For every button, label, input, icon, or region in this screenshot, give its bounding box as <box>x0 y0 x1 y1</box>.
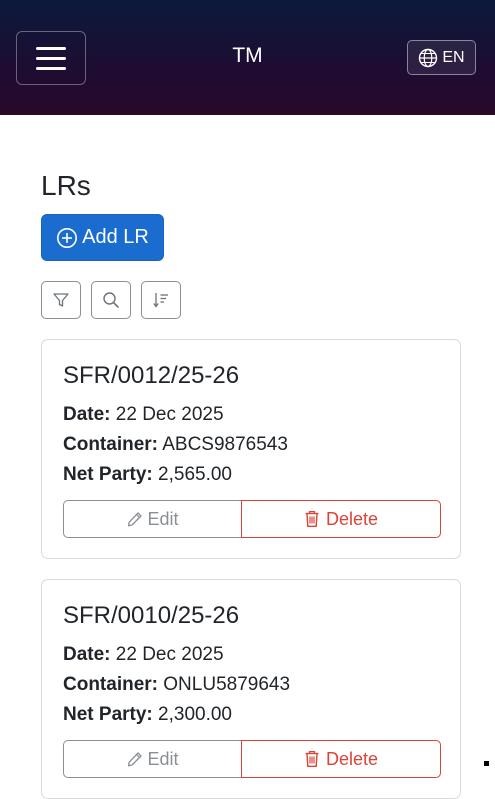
net-party-label: Net Party: <box>63 464 153 485</box>
lr-date-field: Date: 22 Dec 2025 <box>63 404 224 426</box>
lr-number: SFR/0012/25-26 <box>63 362 240 389</box>
container-value: ONLU5879643 <box>163 674 291 695</box>
add-lr-label: Add LR <box>82 226 149 248</box>
date-value: 22 Dec 2025 <box>115 404 224 425</box>
lr-container-field: Container: ONLU5879643 <box>63 674 290 696</box>
date-label: Date: <box>63 644 111 665</box>
lr-number: SFR/0010/25-26 <box>63 602 240 629</box>
delete-label: Delete <box>325 508 379 529</box>
delete-button[interactable]: Delete <box>241 740 441 778</box>
net-party-value: 2,300.00 <box>158 704 232 725</box>
sort-button[interactable] <box>141 281 181 319</box>
filter-button[interactable] <box>41 281 81 319</box>
search-button[interactable] <box>91 281 131 319</box>
globe-icon <box>419 48 438 67</box>
lr-card: SFR/0010/25-26 Date: 22 Dec 2025 Contain… <box>41 579 461 799</box>
card-actions: Edit Delete <box>63 500 441 538</box>
sort-icon <box>153 293 168 308</box>
date-label: Date: <box>63 404 111 425</box>
list-toolbar <box>41 281 181 319</box>
net-party-label: Net Party: <box>63 704 153 725</box>
pencil-icon <box>128 511 143 526</box>
trash-icon <box>305 750 319 767</box>
mouse-cursor <box>484 761 489 766</box>
top-navbar: TM EN <box>0 0 495 115</box>
delete-button[interactable]: Delete <box>241 500 441 538</box>
edit-button[interactable]: Edit <box>63 740 241 778</box>
container-value: ABCS9876543 <box>162 434 288 455</box>
container-label: Container: <box>63 434 158 455</box>
delete-label: Delete <box>325 748 379 769</box>
page-title: LRs <box>41 170 91 201</box>
language-label: EN <box>442 48 465 66</box>
lr-card: SFR/0012/25-26 Date: 22 Dec 2025 Contain… <box>41 339 461 559</box>
date-value: 22 Dec 2025 <box>115 644 224 665</box>
lr-net-party-field: Net Party: 2,565.00 <box>63 464 232 486</box>
lr-container-field: Container: ABCS9876543 <box>63 434 288 456</box>
trash-icon <box>305 510 319 527</box>
card-actions: Edit Delete <box>63 740 441 778</box>
language-button[interactable]: EN <box>407 40 476 75</box>
edit-label: Edit <box>147 748 179 769</box>
net-party-value: 2,565.00 <box>158 464 232 485</box>
lr-net-party-field: Net Party: 2,300.00 <box>63 704 232 726</box>
plus-circle-icon <box>57 227 78 248</box>
edit-button[interactable]: Edit <box>63 500 241 538</box>
filter-icon <box>53 293 69 307</box>
pencil-icon <box>128 751 143 766</box>
lr-date-field: Date: 22 Dec 2025 <box>63 644 224 666</box>
edit-label: Edit <box>147 508 179 529</box>
search-icon <box>103 292 119 308</box>
add-lr-button[interactable]: Add LR <box>41 214 164 261</box>
container-label: Container: <box>63 674 158 695</box>
